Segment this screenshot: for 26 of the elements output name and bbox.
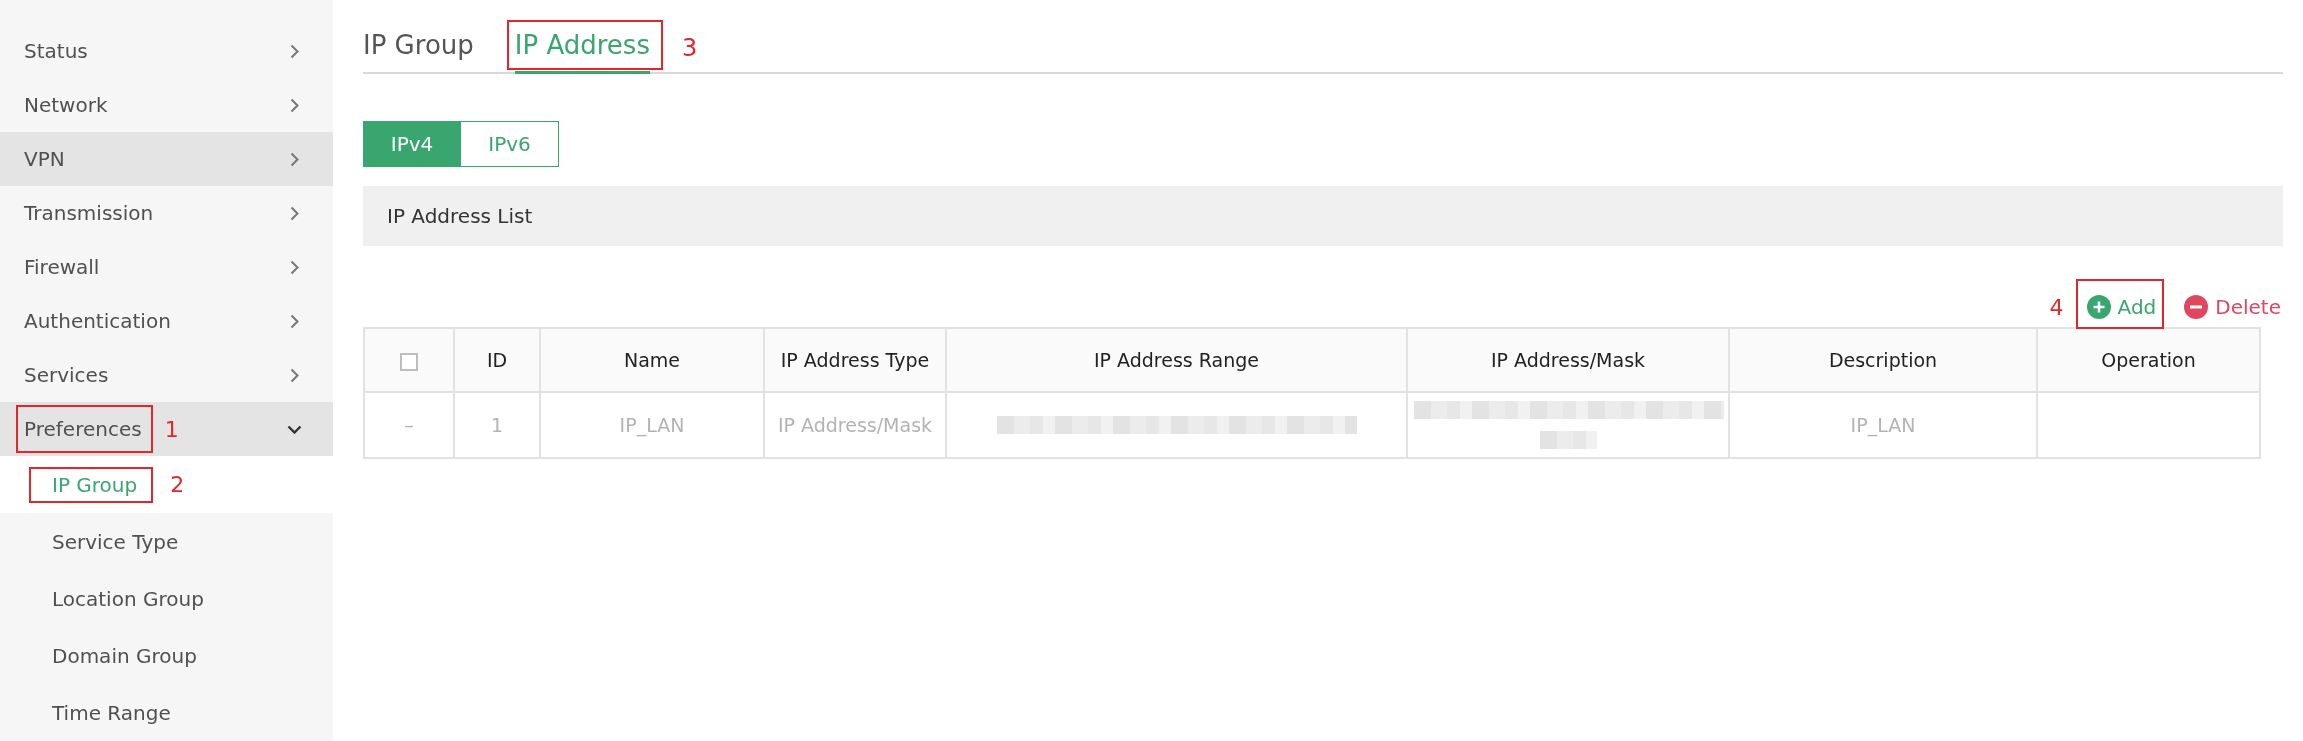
table-header-cell: ID bbox=[454, 328, 540, 392]
sidebar-subitem[interactable]: IP Group 2 bbox=[0, 456, 333, 513]
table-header-cell: IP Address Type bbox=[764, 328, 946, 392]
table-cell: – bbox=[364, 392, 454, 458]
table-cell: IP_LAN bbox=[1729, 392, 2037, 458]
table-cell: IP Address/Mask bbox=[764, 392, 946, 458]
sidebar-item[interactable]: Preferences 1 bbox=[0, 402, 333, 456]
minus-circle-icon bbox=[2184, 295, 2209, 319]
checkbox[interactable] bbox=[400, 352, 418, 371]
sidebar-item[interactable]: VPN bbox=[0, 132, 333, 186]
table-cell: IP_LAN bbox=[540, 392, 764, 458]
tab[interactable]: IP Group bbox=[363, 27, 474, 74]
table-header-cell: IP Address Range bbox=[946, 328, 1407, 392]
table-cell: 1 bbox=[454, 392, 540, 458]
section-title: IP Address List bbox=[387, 204, 533, 228]
table-header-cell: Name bbox=[540, 328, 764, 392]
table-header-cell: Operation bbox=[2037, 328, 2260, 392]
annotation-number: 4 bbox=[2049, 294, 2064, 320]
delete-button[interactable]: Delete bbox=[2184, 290, 2281, 324]
annotation-number: 2 bbox=[170, 472, 185, 497]
plus-circle-icon bbox=[2086, 295, 2111, 319]
annotation-number: 1 bbox=[164, 416, 179, 442]
table-header-cell: IP Address/Mask bbox=[1407, 328, 1729, 392]
table-header-cell: Description bbox=[1729, 328, 2037, 392]
blurred-text bbox=[1539, 431, 1597, 449]
annotation-number: 3 bbox=[681, 34, 698, 64]
